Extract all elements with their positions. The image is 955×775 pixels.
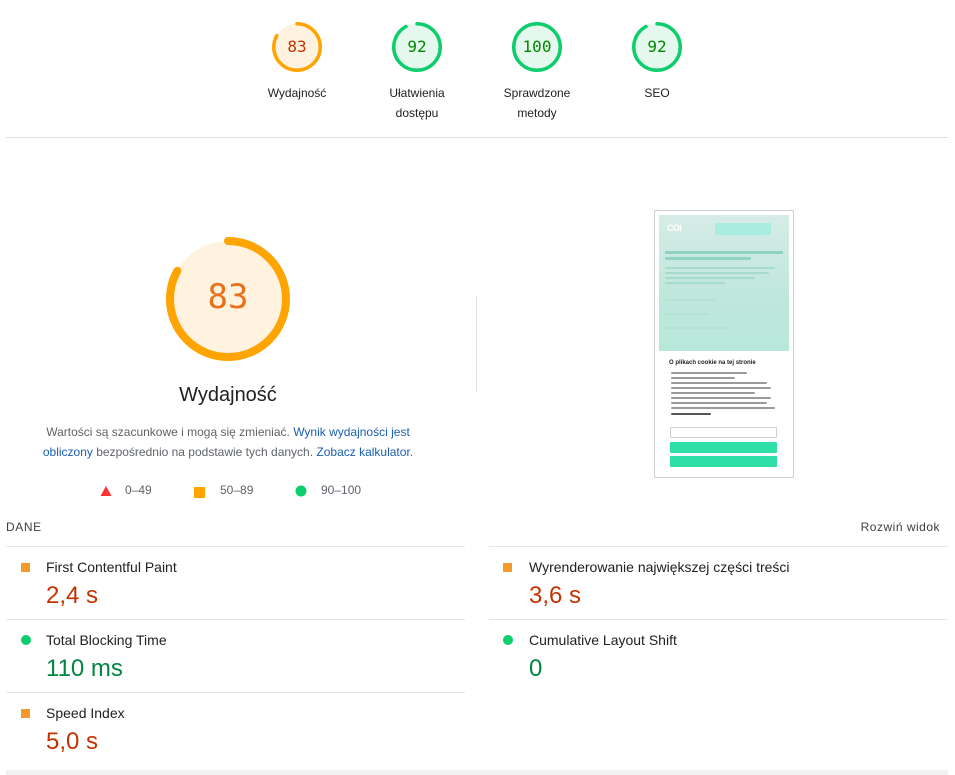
thumbnail-hero: COi: [659, 215, 789, 351]
gauge-best-practices[interactable]: 100 Sprawdzone metody: [482, 22, 592, 123]
score-legend: 0–49 50–89 90–100: [0, 482, 460, 498]
pass-circle-icon: [21, 635, 31, 645]
square-icon: [194, 485, 205, 503]
thumbnail-text-line: [671, 413, 711, 415]
gauge-ring: 100: [512, 22, 562, 72]
gauge-score: 92: [647, 37, 667, 56]
thumbnail-text-line: [671, 397, 771, 399]
category-gauges: 83 Wydajność 92 Ułatwienia dostępu 100 Sp…: [0, 0, 955, 138]
gauge-label: Wydajność: [267, 86, 327, 100]
main-title: Wydajność: [179, 384, 277, 406]
gauge-ring: 92: [392, 22, 442, 72]
triangle-icon: [100, 484, 112, 502]
legend-range-average: 50–89: [220, 483, 254, 497]
gauge-ring: 92: [632, 22, 682, 72]
gauge-accessibility[interactable]: 92 Ułatwienia dostępu: [362, 22, 472, 123]
divider: [6, 137, 948, 138]
thumbnail-text-line: [671, 382, 767, 384]
desc-text: bezpośrednio na podstawie tych danych.: [92, 445, 317, 459]
metric-divider: [6, 619, 465, 620]
metric-value-si: 5,0 s: [46, 728, 99, 755]
desc-text: Wartości są szacunkowe i mogą się zmieni…: [46, 425, 294, 439]
main-score: 83: [207, 277, 249, 317]
thumbnail-text-line: [665, 267, 775, 269]
main-performance-gauge: 83: [166, 237, 290, 361]
metric-name-tbt: Total Blocking Time: [46, 632, 167, 648]
score-description: Wartości są szacunkowe i mogą się zmieni…: [22, 422, 434, 462]
thumbnail-text-line: [671, 392, 755, 394]
gauge-label: Sprawdzone: [503, 86, 571, 100]
metric-name-lcp: Wyrenderowanie największej części treści: [529, 559, 790, 575]
page-screenshot-thumbnail[interactable]: COi O plikach cookie na tej stronie: [654, 210, 794, 478]
metric-divider: [489, 546, 948, 547]
metric-value-cls: 0: [529, 655, 543, 682]
thumbnail-text-line: [665, 327, 729, 329]
vertical-divider: [476, 296, 477, 392]
gauge-score: 83: [287, 37, 307, 56]
gauge-label-line2: metody: [517, 106, 557, 120]
gauge-seo[interactable]: 92 SEO: [602, 22, 712, 103]
thumbnail-text-line: [665, 257, 751, 260]
average-square-icon: [21, 563, 30, 572]
metric-name-cls: Cumulative Layout Shift: [529, 632, 677, 648]
metric-divider: [6, 692, 465, 693]
metric-value-fcp: 2,4 s: [46, 582, 99, 609]
desc-text: .: [409, 445, 414, 459]
expand-view-button[interactable]: Rozwiń widok: [800, 520, 940, 534]
metric-name-si: Speed Index: [46, 705, 125, 721]
thumbnail-text-line: [665, 299, 715, 301]
thumbnail-text-line: [665, 272, 769, 274]
thumbnail-logo: COi: [667, 223, 682, 233]
average-square-icon: [21, 709, 30, 718]
calculator-link[interactable]: Zobacz kalkulator: [316, 445, 409, 459]
thumbnail-text-line: [671, 387, 771, 389]
thumbnail-text-line: [665, 277, 755, 279]
metrics-section-title: DANE: [6, 520, 42, 534]
thumbnail-cookie-title: O plikach cookie na tej stronie: [669, 360, 756, 366]
metric-name-fcp: First Contentful Paint: [46, 559, 177, 575]
average-square-icon: [503, 563, 512, 572]
bottom-divider: [6, 770, 948, 775]
thumbnail-text-line: [665, 282, 725, 284]
circle-icon: [295, 484, 307, 502]
gauge-ring: 83: [272, 22, 322, 72]
metric-value-tbt: 110 ms: [46, 655, 123, 682]
gauge-label: SEO: [644, 86, 670, 100]
gauge-score: 100: [522, 37, 552, 56]
thumbnail-reject-button: [670, 442, 777, 453]
thumbnail-settings-button: [670, 427, 777, 438]
thumbnail-text-line: [671, 372, 747, 374]
metric-divider: [489, 619, 948, 620]
thumbnail-header-button: [715, 223, 771, 235]
gauge-label-line2: dostępu: [395, 106, 439, 120]
legend-range-fail: 0–49: [125, 483, 152, 497]
pass-circle-icon: [503, 635, 513, 645]
gauge-score: 92: [407, 37, 427, 56]
gauge-label: Ułatwienia: [389, 86, 445, 100]
gauge-performance[interactable]: 83 Wydajność: [242, 22, 352, 103]
metric-divider: [6, 546, 465, 547]
metric-value-lcp: 3,6 s: [529, 582, 582, 609]
legend-range-pass: 90–100: [321, 483, 362, 497]
thumbnail-accept-button: [670, 456, 777, 467]
thumbnail-text-line: [671, 407, 775, 409]
thumbnail-text-line: [671, 377, 735, 379]
thumbnail-text-line: [665, 251, 783, 254]
thumbnail-text-line: [671, 402, 767, 404]
thumbnail-text-line: [665, 313, 709, 315]
